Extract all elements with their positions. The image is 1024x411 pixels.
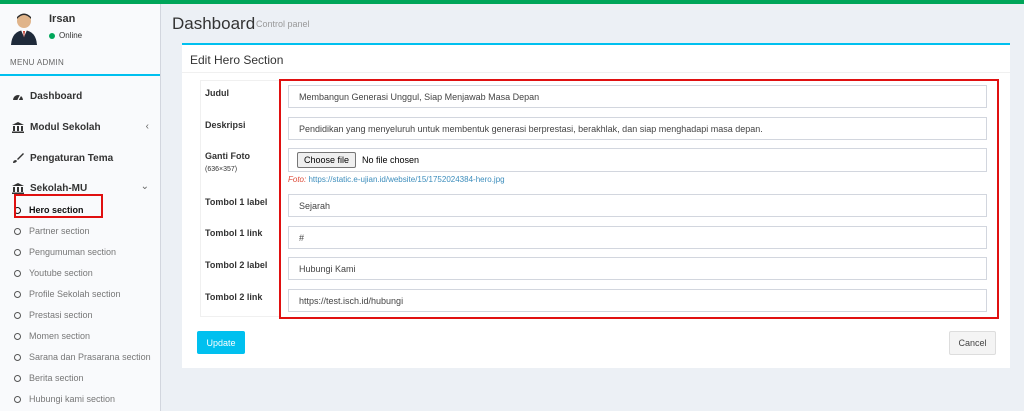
sub-item-label: Momen section	[29, 331, 91, 341]
sub-item-label: Youtube section	[29, 268, 93, 278]
user-status: Online	[49, 31, 82, 40]
box-separator	[182, 72, 1010, 73]
circle-icon	[14, 311, 21, 319]
sub-item-sarana-section[interactable]: Sarana dan Prasarana section	[0, 347, 160, 367]
sub-item-label: Berita section	[29, 373, 84, 383]
label-tombol2-link: Tombol 2 link	[205, 292, 263, 302]
fields-highlight-frame	[279, 79, 999, 319]
circle-icon	[14, 227, 21, 235]
menu-separator	[0, 74, 160, 76]
circle-icon	[14, 248, 21, 256]
bank-icon	[12, 182, 24, 194]
circle-icon	[14, 269, 21, 277]
sub-item-label: Hubungi kami section	[29, 394, 116, 404]
sub-item-youtube-section[interactable]: Youtube section	[0, 263, 160, 283]
sub-item-pengumuman-section[interactable]: Pengumuman section	[0, 242, 160, 262]
circle-icon	[14, 332, 21, 340]
user-status-text: Online	[59, 31, 83, 40]
sub-item-label: Prestasi section	[29, 310, 93, 320]
nav-item-label: Dashboard	[30, 90, 83, 102]
active-item-highlight	[14, 194, 103, 218]
circle-icon	[14, 395, 21, 403]
brush-icon	[12, 152, 24, 164]
circle-icon	[14, 290, 21, 298]
sub-item-label: Profile Sekolah section	[29, 289, 121, 299]
chevron-left-icon: ‹	[145, 121, 149, 132]
sub-item-hubungi-section[interactable]: Hubungi kami section	[0, 389, 160, 409]
cancel-button[interactable]: Cancel	[949, 331, 996, 355]
online-dot-icon	[49, 32, 55, 39]
circle-icon	[14, 353, 21, 361]
sub-item-label: Pengumuman section	[29, 247, 117, 257]
update-button[interactable]: Update	[197, 331, 245, 354]
nav-item-label: Pengaturan Tema	[30, 152, 114, 164]
nav-item-label: Sekolah-MU	[30, 182, 88, 194]
dashboard-icon	[12, 90, 24, 102]
sub-item-prestasi-section[interactable]: Prestasi section	[0, 305, 160, 325]
sidebar: Irsan Online MENU ADMIN Dashboard Modul …	[0, 4, 161, 411]
box-title: Edit Hero Section	[190, 53, 284, 67]
label-judul: Judul	[205, 88, 229, 98]
label-tombol2-label: Tombol 2 label	[205, 260, 268, 270]
page-subtitle: Control panel	[256, 19, 310, 29]
nav-item-modul-sekolah[interactable]: Modul Sekolah ‹	[0, 112, 160, 142]
sub-item-label: Sarana dan Prasarana section	[29, 352, 151, 362]
label-deskripsi: Deskripsi	[205, 120, 246, 130]
chevron-down-icon: ⌄	[140, 181, 149, 192]
sub-item-label: Partner section	[29, 226, 90, 236]
sub-item-partner-section[interactable]: Partner section	[0, 221, 160, 241]
label-tombol1-link: Tombol 1 link	[205, 228, 263, 238]
foto-size-hint: (636×357)	[205, 166, 238, 173]
label-ganti-foto: Ganti Foto	[205, 151, 250, 161]
sub-item-momen-section[interactable]: Momen section	[0, 326, 160, 346]
label-tombol1-label: Tombol 1 label	[205, 197, 268, 207]
nav-item-label: Modul Sekolah	[30, 121, 101, 133]
sub-item-berita-section[interactable]: Berita section	[0, 368, 160, 388]
bank-icon	[12, 121, 24, 133]
nav-item-pengaturan-tema[interactable]: Pengaturan Tema	[0, 143, 160, 173]
circle-icon	[14, 374, 21, 382]
page-title: Dashboard	[172, 14, 256, 33]
user-name: Irsan	[49, 13, 76, 25]
sub-item-profile-sekolah-section[interactable]: Profile Sekolah section	[0, 284, 160, 304]
user-panel: Irsan Online	[0, 4, 160, 54]
avatar	[11, 13, 37, 45]
nav-item-dashboard[interactable]: Dashboard	[0, 81, 160, 111]
menu-header: MENU ADMIN	[10, 58, 65, 67]
